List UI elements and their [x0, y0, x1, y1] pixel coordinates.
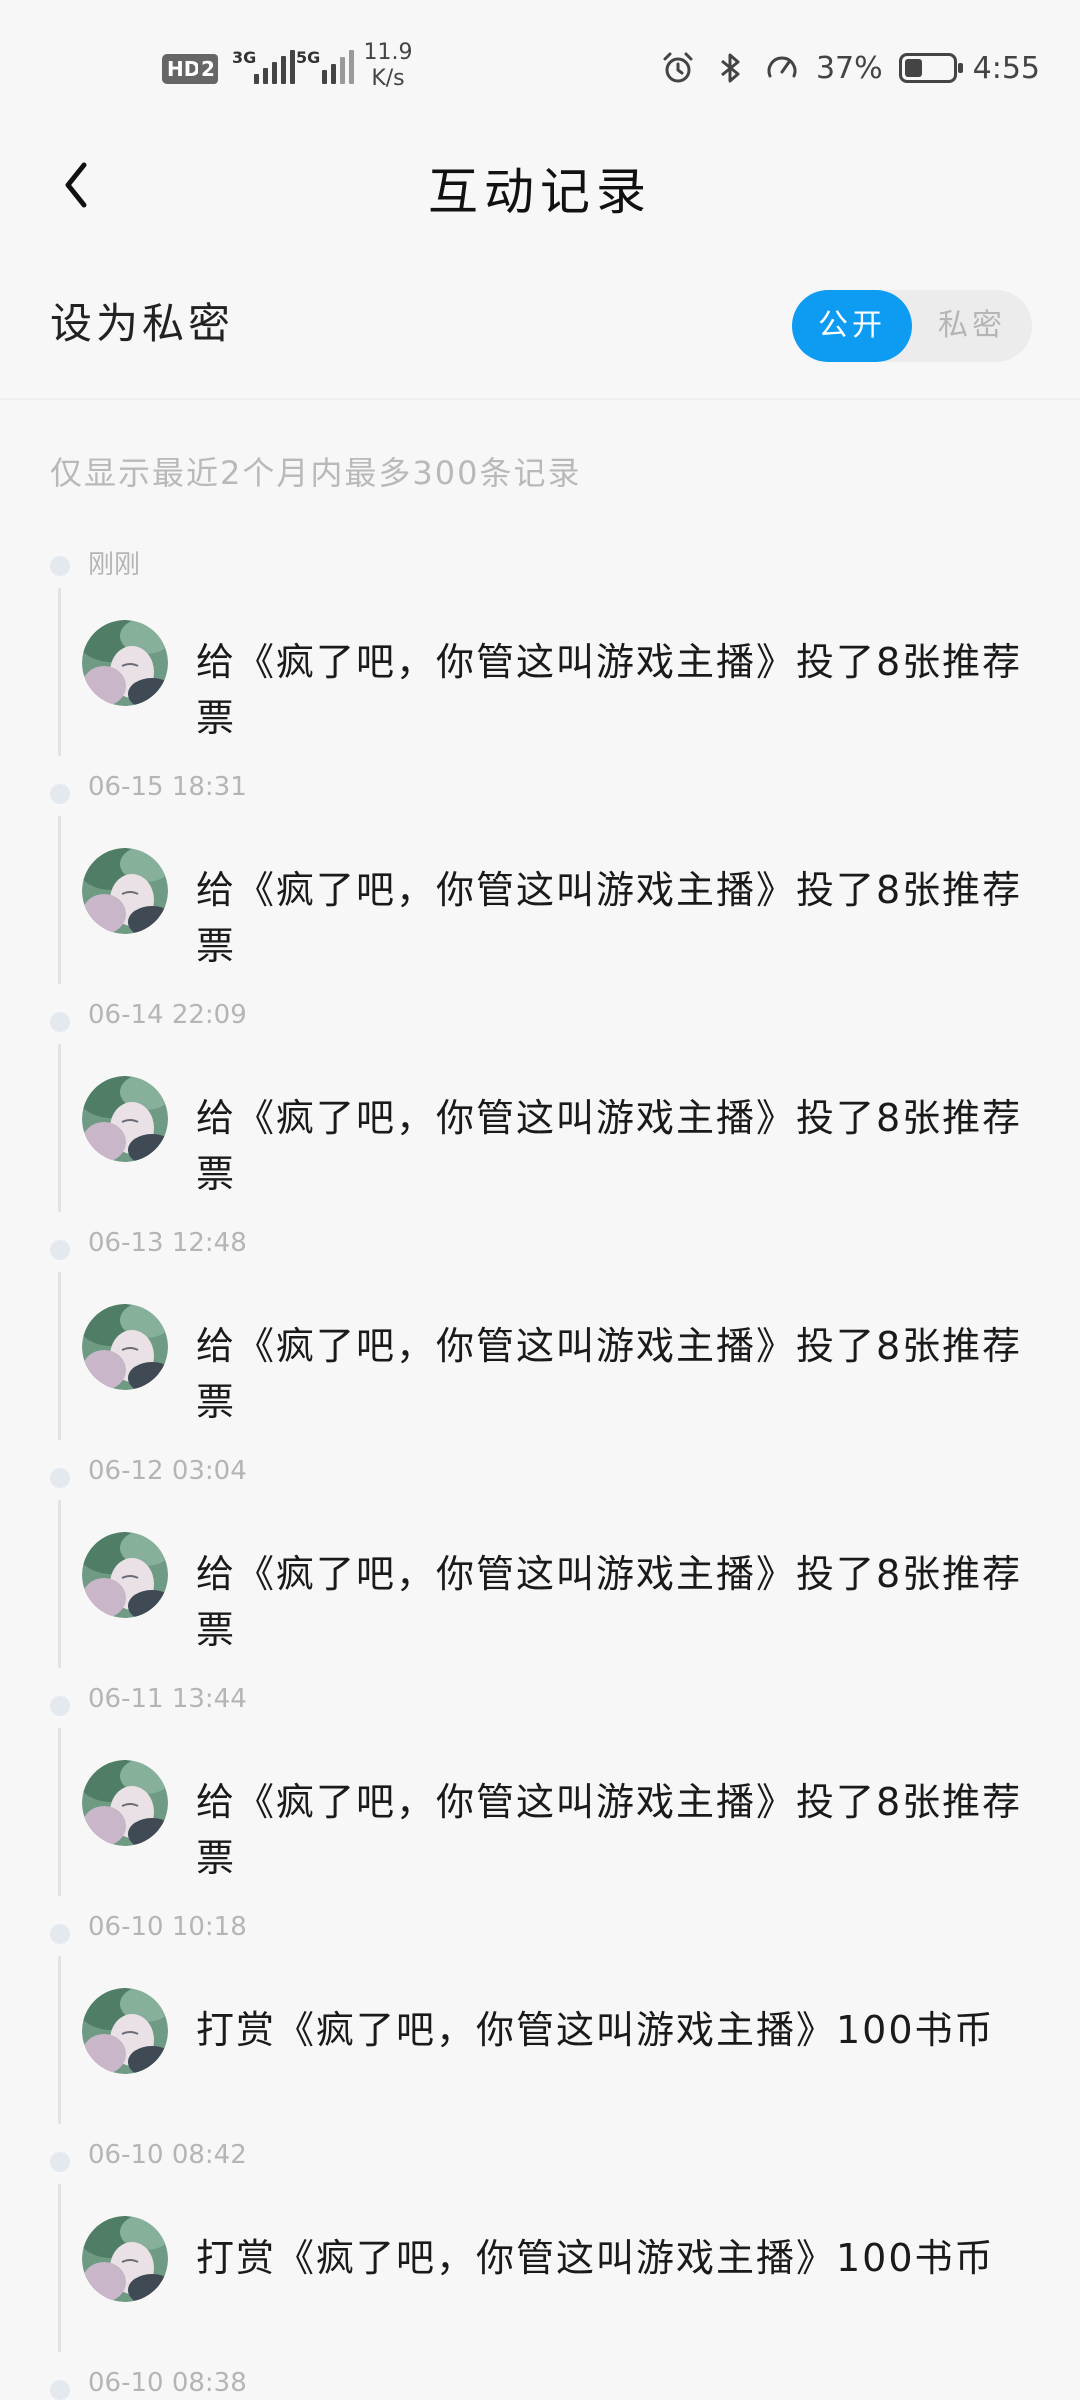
record-time: 刚刚	[88, 550, 141, 580]
network-speed-unit: K/s	[371, 66, 405, 91]
toggle-public[interactable]: 公开	[792, 290, 912, 362]
avatar[interactable]	[82, 1304, 168, 1390]
avatar[interactable]	[82, 848, 168, 934]
network-speed: 11.9 K/s	[358, 40, 418, 92]
record-time: 06-13 12:48	[88, 1228, 247, 1258]
record-item: 06-14 22:09 给《疯了吧，你管这叫游戏主播》投了8张推荐票	[0, 996, 1080, 1224]
record-text: 打赏《疯了吧，你管这叫游戏主播》100书币	[196, 2236, 995, 2280]
avatar[interactable]	[82, 1532, 168, 1618]
avatar[interactable]	[82, 1760, 168, 1846]
record-text: 给《疯了吧，你管这叫游戏主播》投了8张推荐票	[196, 1096, 1023, 1196]
network-speed-value: 11.9	[363, 40, 413, 65]
timeline-dot	[50, 1924, 70, 1944]
record-item: 06-10 08:38	[0, 2364, 1080, 2400]
battery-level	[904, 59, 922, 77]
record-item: 06-13 12:48 给《疯了吧，你管这叫游戏主播》投了8张推荐票	[0, 1224, 1080, 1452]
record-item: 06-12 03:04 给《疯了吧，你管这叫游戏主播》投了8张推荐票	[0, 1452, 1080, 1680]
battery-percent: 37%	[815, 50, 883, 86]
record-text: 给《疯了吧，你管这叫游戏主播》投了8张推荐票	[196, 1324, 1023, 1424]
record-text: 给《疯了吧，你管这叫游戏主播》投了8张推荐票	[196, 868, 1023, 968]
record-time: 06-10 08:38	[88, 2368, 247, 2398]
timeline-line	[58, 588, 61, 756]
avatar[interactable]	[82, 620, 168, 706]
record-item: 刚刚给《疯了吧，你管这叫游戏主播》投了8张推荐票	[0, 540, 1080, 768]
user-avatar-image	[82, 848, 168, 934]
user-avatar-image	[82, 1760, 168, 1846]
record-text: 给《疯了吧，你管这叫游戏主播》投了8张推荐票	[196, 640, 1023, 740]
records-notice: 仅显示最近2个月内最多300条记录	[50, 454, 582, 492]
record-text: 打赏《疯了吧，你管这叫游戏主播》100书币	[196, 2008, 995, 2052]
timeline-dot	[50, 2380, 70, 2400]
toggle-private[interactable]: 私密	[912, 290, 1032, 362]
user-avatar-image	[82, 1532, 168, 1618]
timeline-dot	[50, 1468, 70, 1488]
nav-header: 互动记录	[0, 130, 1080, 240]
privacy-toggle[interactable]: 公开 私密	[792, 290, 1032, 362]
record-time: 06-12 03:04	[88, 1456, 247, 1486]
user-avatar-image	[82, 1304, 168, 1390]
record-item: 06-10 10:18 打赏《疯了吧，你管这叫游戏主播》100书币	[0, 1908, 1080, 2136]
record-time: 06-10 08:42	[88, 2140, 247, 2170]
timeline-line	[58, 2184, 61, 2352]
timeline-dot	[50, 784, 70, 804]
avatar[interactable]	[82, 1988, 168, 2074]
timeline-dot	[50, 1696, 70, 1716]
record-text: 给《疯了吧，你管这叫游戏主播》投了8张推荐票	[196, 1552, 1023, 1652]
timeline-dot	[50, 1012, 70, 1032]
timeline-line	[58, 1500, 61, 1668]
right-status-group: 37% 4:55	[660, 48, 1040, 88]
record-time: 06-10 10:18	[88, 1912, 247, 1942]
clock: 4:55	[972, 50, 1040, 86]
record-item: 06-11 13:44 给《疯了吧，你管这叫游戏主播》投了8张推荐票	[0, 1680, 1080, 1908]
user-avatar-image	[82, 1076, 168, 1162]
user-avatar-image	[82, 2216, 168, 2302]
avatar[interactable]	[82, 1076, 168, 1162]
data-saver-icon	[767, 56, 797, 78]
status-bar: HD 2 3G 5G 11.9 K/s 37% 4:55	[0, 0, 1080, 130]
timeline-line	[58, 1728, 61, 1896]
user-avatar-image	[82, 620, 168, 706]
record-item: 06-15 18:31 给《疯了吧，你管这叫游戏主播》投了8张推荐票	[0, 768, 1080, 996]
interaction-records-screen: HD 2 3G 5G 11.9 K/s 37% 4:55 互动记录 设为私密 公…	[0, 0, 1080, 2400]
timeline-line	[58, 816, 61, 984]
record-item: 06-10 08:42 打赏《疯了吧，你管这叫游戏主播》100书币	[0, 2136, 1080, 2364]
timeline-dot	[50, 556, 70, 576]
timeline-dot	[50, 2152, 70, 2172]
record-time: 06-14 22:09	[88, 1000, 247, 1030]
avatar[interactable]	[82, 2216, 168, 2302]
signal-icon	[250, 50, 300, 84]
sim-badge: 2	[198, 54, 218, 84]
timeline-dot	[50, 1240, 70, 1260]
timeline-line	[58, 1272, 61, 1440]
timeline-line	[58, 1044, 61, 1212]
timeline-line	[58, 1956, 61, 2124]
record-time: 06-15 18:31	[88, 772, 247, 802]
page-title: 互动记录	[428, 163, 652, 221]
signal-icon-2	[304, 50, 354, 84]
battery-icon	[898, 53, 963, 83]
user-avatar-image	[82, 1988, 168, 2074]
alarm-icon	[663, 52, 693, 83]
record-time: 06-11 13:44	[88, 1684, 247, 1714]
privacy-label: 设为私密	[50, 299, 235, 348]
record-text: 给《疯了吧，你管这叫游戏主播》投了8张推荐票	[196, 1780, 1023, 1880]
privacy-setting-row: 设为私密 公开 私密	[0, 260, 1080, 400]
bluetooth-icon	[720, 53, 740, 83]
